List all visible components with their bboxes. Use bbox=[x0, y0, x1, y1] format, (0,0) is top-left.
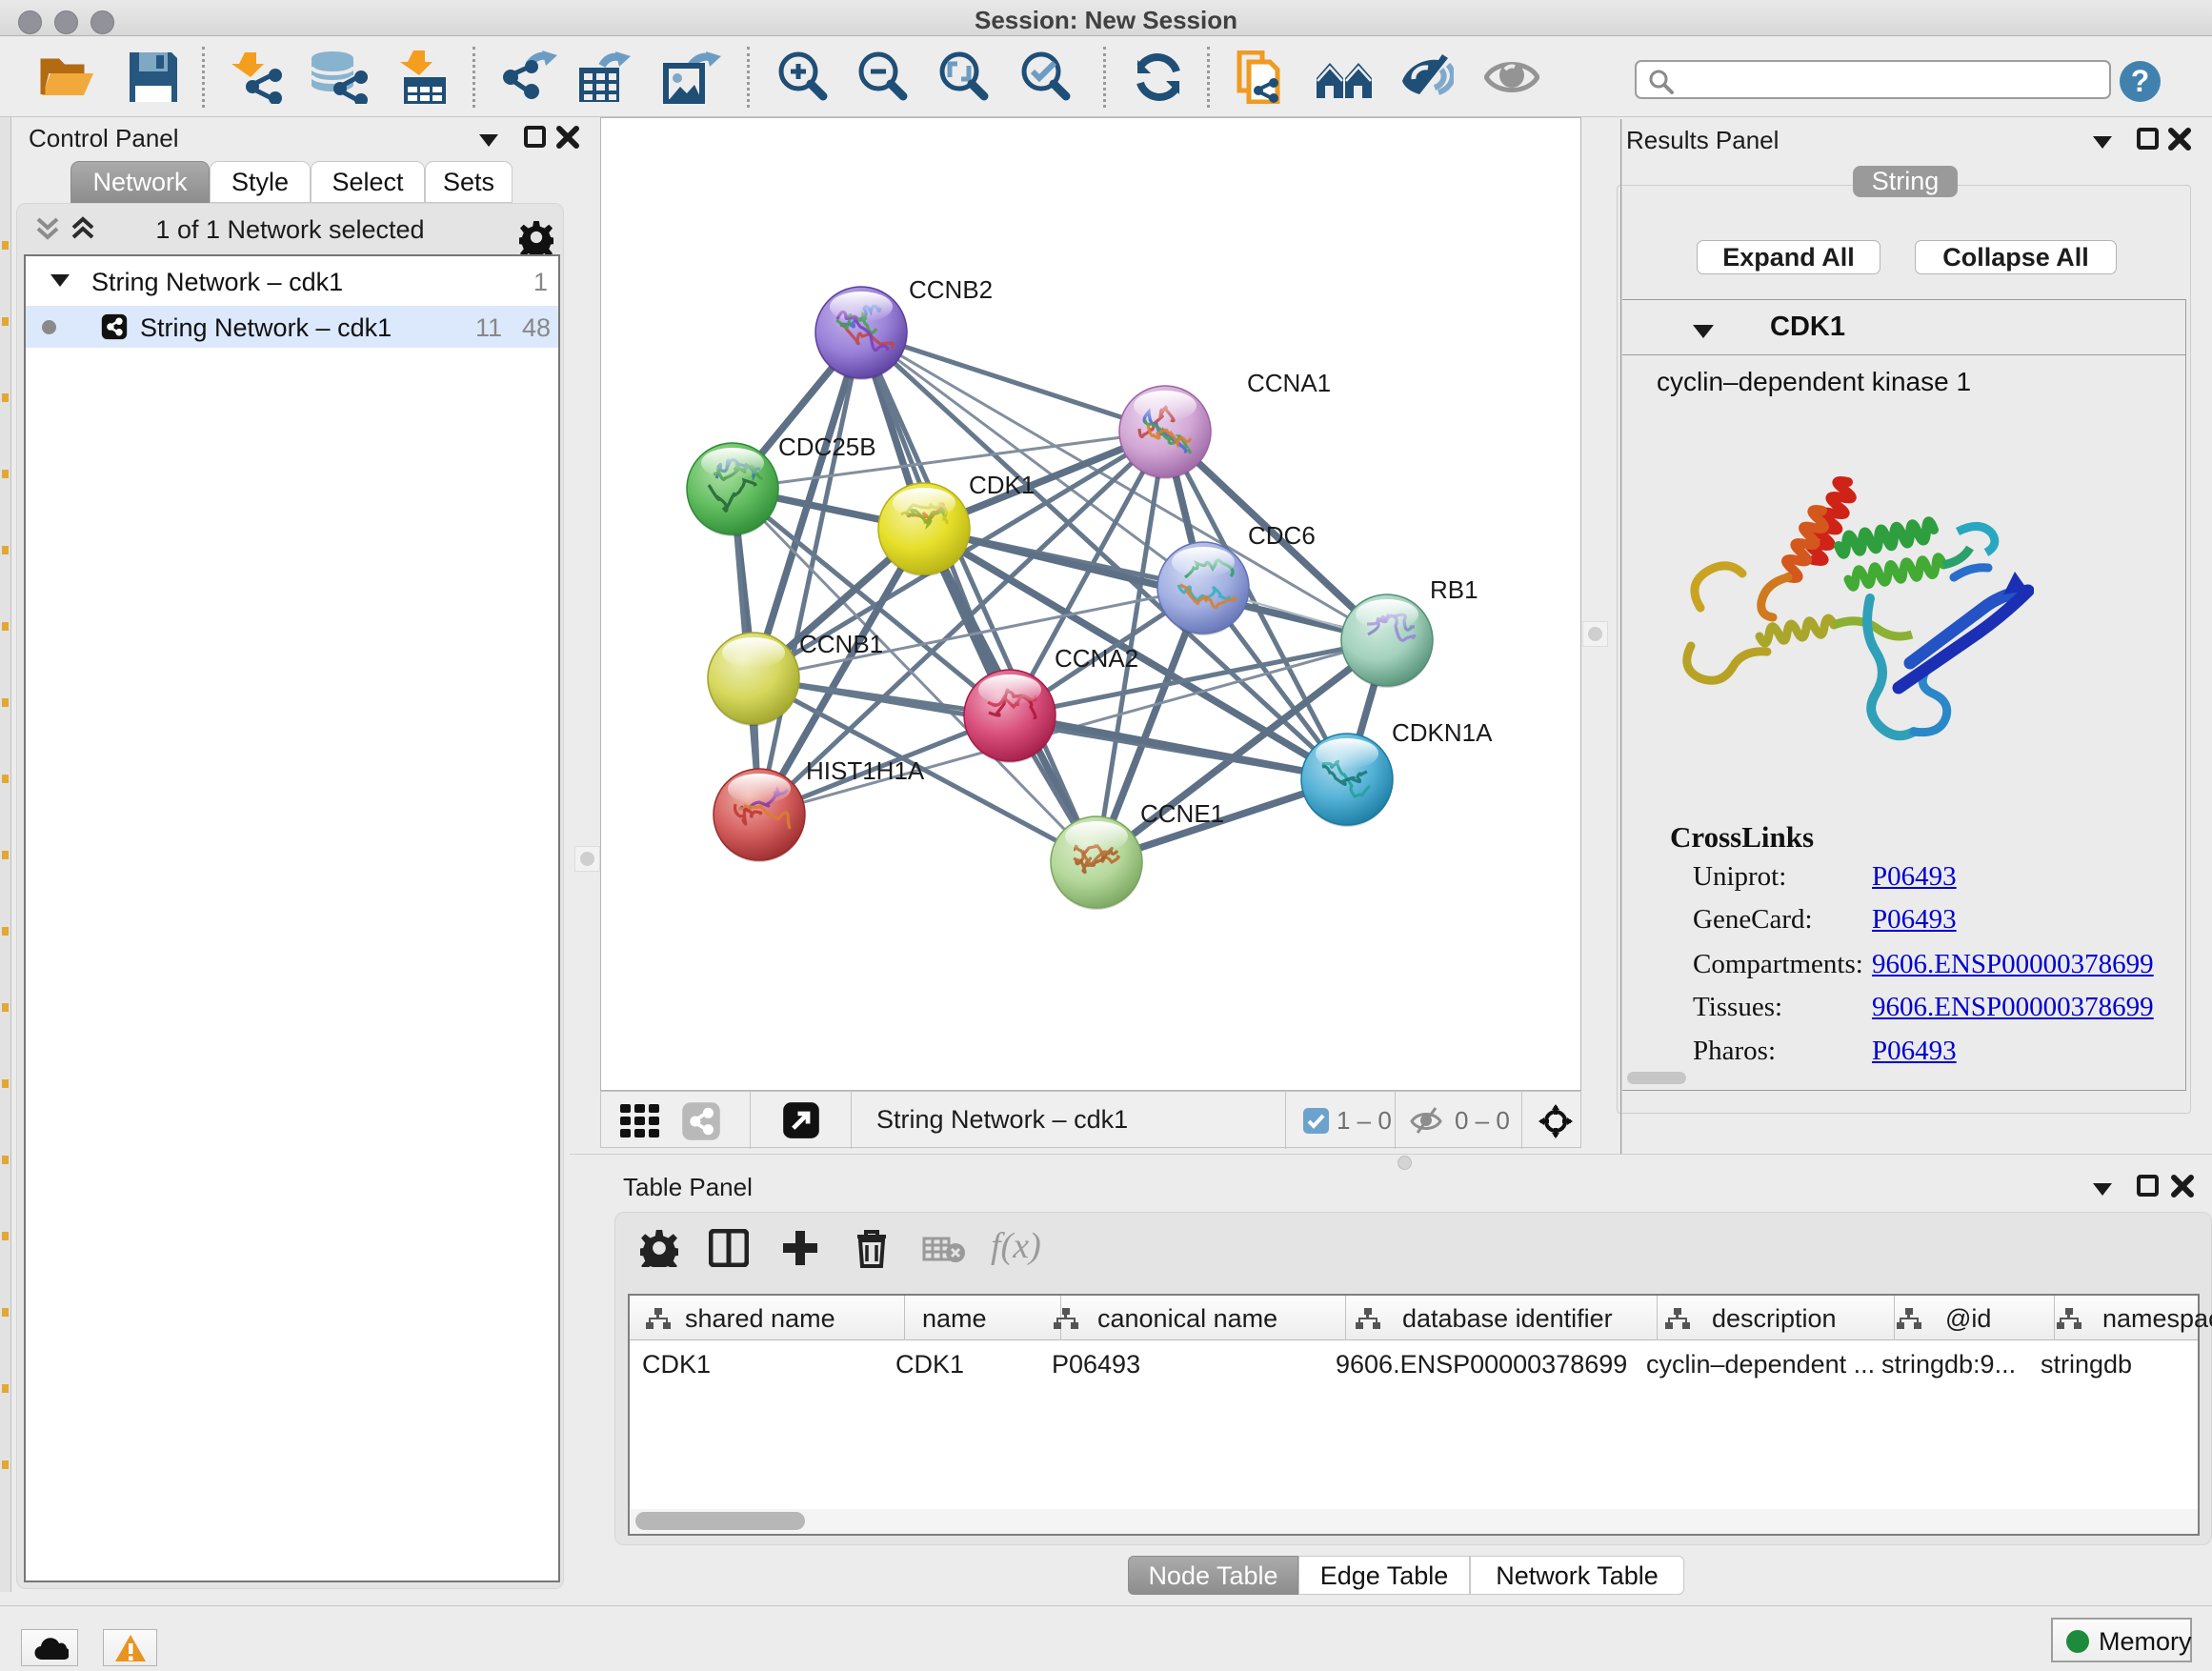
svg-text:HIST1H1A: HIST1H1A bbox=[806, 756, 925, 785]
svg-text:CDC6: CDC6 bbox=[1248, 521, 1316, 550]
svg-text:CCNB2: CCNB2 bbox=[909, 275, 993, 304]
svg-text:CDK1: CDK1 bbox=[969, 471, 1035, 499]
svg-text:RB1: RB1 bbox=[1430, 575, 1478, 604]
svg-text:CDKN1A: CDKN1A bbox=[1392, 718, 1493, 747]
svg-text:CCNB1: CCNB1 bbox=[799, 630, 883, 658]
svg-text:CCNE1: CCNE1 bbox=[1140, 799, 1224, 828]
svg-text:CDC25B: CDC25B bbox=[778, 433, 876, 461]
svg-text:CCNA2: CCNA2 bbox=[1055, 644, 1138, 673]
svg-text:CCNA1: CCNA1 bbox=[1247, 369, 1331, 397]
